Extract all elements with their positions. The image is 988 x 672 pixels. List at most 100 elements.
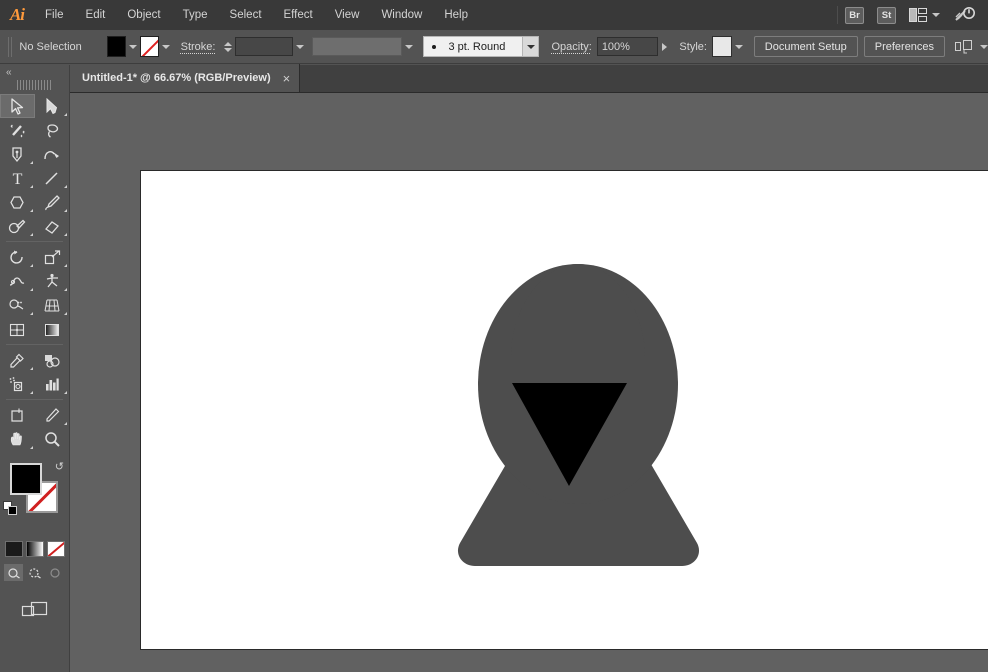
gradient-swatch-icon[interactable] bbox=[25, 541, 44, 557]
pen-tool[interactable] bbox=[0, 142, 35, 166]
draw-behind-icon[interactable] bbox=[25, 564, 44, 581]
close-icon[interactable]: × bbox=[283, 72, 291, 85]
paintbrush-tool[interactable] bbox=[35, 190, 70, 214]
bridge-button[interactable]: Br bbox=[845, 6, 864, 24]
draw-normal-icon[interactable] bbox=[4, 564, 23, 581]
document-tab-title: Untitled-1* @ 66.67% (RGB/Preview) bbox=[82, 72, 271, 84]
stock-button[interactable]: St bbox=[877, 6, 896, 24]
panel-grip-icon[interactable] bbox=[16, 80, 53, 90]
control-bar-grip[interactable] bbox=[8, 36, 15, 57]
menu-object[interactable]: Object bbox=[116, 0, 171, 30]
search-adobe-stock-icon[interactable] bbox=[954, 6, 976, 24]
opacity-arrow-right-icon[interactable] bbox=[658, 36, 672, 57]
default-fill-stroke-icon[interactable] bbox=[3, 501, 17, 515]
toolbar-divider bbox=[6, 399, 63, 400]
style-chevron-down-icon[interactable] bbox=[732, 36, 746, 57]
document-setup-button[interactable]: Document Setup bbox=[753, 36, 858, 57]
double-chevron-left-icon[interactable]: « bbox=[0, 65, 69, 80]
type-tool[interactable]: T bbox=[0, 166, 35, 190]
hooded-figure-artwork[interactable] bbox=[141, 171, 988, 649]
change-screen-mode-icon[interactable] bbox=[0, 597, 69, 621]
document-tab-bar: Untitled-1* @ 66.67% (RGB/Preview) × bbox=[70, 64, 988, 93]
stroke-weight-stepper[interactable] bbox=[224, 41, 233, 52]
opacity-input[interactable]: 100% bbox=[596, 37, 658, 56]
rotate-icon bbox=[10, 250, 23, 264]
eyedropper-tool[interactable] bbox=[0, 348, 35, 372]
preferences-button[interactable]: Preferences bbox=[863, 36, 946, 57]
selection-arrow-icon bbox=[11, 97, 23, 115]
gradient-tool[interactable] bbox=[35, 317, 70, 341]
stroke-weight-input[interactable] bbox=[235, 37, 293, 56]
menu-type[interactable]: Type bbox=[172, 0, 219, 30]
menu-edit[interactable]: Edit bbox=[75, 0, 117, 30]
stroke-weight-chevron-down-icon[interactable] bbox=[293, 36, 307, 57]
mesh-tool[interactable] bbox=[0, 317, 35, 341]
direct-selection-tool[interactable] bbox=[35, 94, 70, 118]
hand-tool[interactable] bbox=[0, 427, 35, 451]
arrange-documents-icon[interactable] bbox=[909, 8, 940, 22]
stroke-color-swatch[interactable] bbox=[139, 36, 159, 57]
magic-wand-icon bbox=[10, 124, 25, 137]
brush-definition-control[interactable]: 3 pt. Round bbox=[423, 36, 540, 57]
column-graph-tool[interactable] bbox=[35, 372, 70, 396]
magnifier-icon bbox=[45, 431, 60, 447]
shaper-pencil-tool[interactable] bbox=[0, 214, 35, 238]
document-tab[interactable]: Untitled-1* @ 66.67% (RGB/Preview) × bbox=[70, 64, 301, 92]
shape-builder-tool[interactable] bbox=[0, 293, 35, 317]
lasso-icon bbox=[47, 123, 58, 138]
brush-chevron-down-icon[interactable] bbox=[523, 36, 540, 57]
pencil-icon bbox=[9, 219, 26, 233]
selection-tool[interactable] bbox=[0, 94, 35, 118]
toolbar-divider bbox=[6, 344, 63, 345]
canvas-area[interactable] bbox=[70, 93, 988, 672]
slice-knife-icon bbox=[46, 407, 60, 422]
draw-inside-icon[interactable] bbox=[46, 564, 65, 581]
menu-effect[interactable]: Effect bbox=[273, 0, 324, 30]
symbol-sprayer-icon bbox=[9, 376, 23, 391]
polygon-icon bbox=[10, 195, 24, 209]
fill-color-swatch[interactable] bbox=[106, 36, 127, 57]
chevron-down-icon[interactable] bbox=[932, 13, 940, 17]
scale-tool[interactable] bbox=[35, 245, 70, 269]
artboard-tool[interactable] bbox=[0, 403, 35, 427]
color-swatch-icon[interactable] bbox=[4, 541, 23, 557]
menu-view[interactable]: View bbox=[324, 0, 371, 30]
eraser-icon bbox=[44, 220, 59, 234]
menu-bar: Ai File Edit Object Type Select Effect V… bbox=[0, 0, 988, 30]
variable-width-profile-input[interactable] bbox=[312, 37, 402, 56]
menu-select[interactable]: Select bbox=[219, 0, 273, 30]
align-to-artboard-control[interactable] bbox=[955, 39, 988, 54]
fill-color-indicator[interactable] bbox=[10, 463, 42, 495]
shape-tool[interactable] bbox=[0, 190, 35, 214]
opacity-label: Opacity: bbox=[551, 40, 592, 53]
curvature-tool[interactable] bbox=[35, 142, 70, 166]
line-segment-tool[interactable] bbox=[35, 166, 70, 190]
fill-chevron-down-icon[interactable] bbox=[126, 36, 140, 57]
mesh-icon bbox=[10, 323, 25, 336]
menu-file[interactable]: File bbox=[34, 0, 75, 30]
zoom-tool[interactable] bbox=[35, 427, 70, 451]
toolbar-divider bbox=[6, 241, 63, 242]
perspective-grid-tool[interactable] bbox=[35, 293, 70, 317]
none-swatch-icon[interactable] bbox=[46, 541, 65, 557]
swap-fill-stroke-icon[interactable]: ↺ bbox=[55, 460, 64, 473]
symbol-sprayer-tool[interactable] bbox=[0, 372, 35, 396]
rotate-tool[interactable] bbox=[0, 245, 35, 269]
align-chevron-down-icon[interactable] bbox=[980, 44, 988, 49]
width-tool[interactable] bbox=[0, 269, 35, 293]
free-transform-tool[interactable] bbox=[35, 269, 70, 293]
artboard[interactable] bbox=[140, 170, 988, 650]
variable-width-chevron-down-icon[interactable] bbox=[402, 36, 416, 57]
magic-wand-tool[interactable] bbox=[0, 118, 35, 142]
stroke-chevron-down-icon[interactable] bbox=[159, 36, 173, 57]
eraser-tool[interactable] bbox=[35, 214, 70, 238]
slice-tool[interactable] bbox=[35, 403, 70, 427]
lasso-tool[interactable] bbox=[35, 118, 70, 142]
graphic-style-swatch[interactable] bbox=[711, 36, 733, 57]
blend-tool[interactable] bbox=[35, 348, 70, 372]
menu-window[interactable]: Window bbox=[370, 0, 433, 30]
pen-nib-icon bbox=[12, 146, 22, 162]
stroke-weight-label: Stroke: bbox=[180, 40, 216, 53]
control-bar: No Selection Stroke: 3 pt. Round Opacity… bbox=[0, 30, 988, 64]
menu-help[interactable]: Help bbox=[433, 0, 479, 30]
